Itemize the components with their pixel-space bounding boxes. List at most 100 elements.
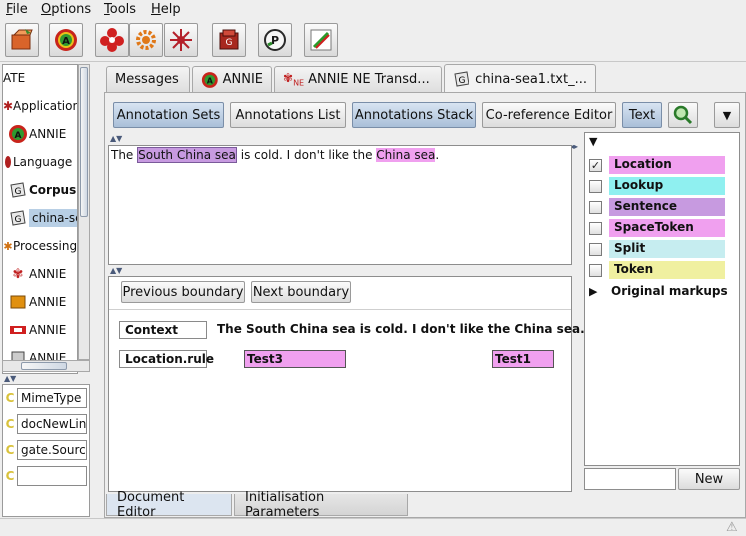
middle-split-arrows[interactable]: ▲▼ — [110, 266, 122, 275]
options-dropdown-button[interactable]: ▼ — [714, 102, 740, 128]
annotation-stack-pane: Previous boundary Next boundary Context … — [108, 276, 585, 492]
ne-transducer-icon: ✾NE — [283, 71, 305, 88]
annotation-type-checkbox[interactable] — [589, 200, 602, 214]
collapsed-arrow-icon: ▶ — [589, 284, 598, 298]
coreference-editor-button[interactable]: Co-reference Editor — [482, 102, 616, 128]
annotation-type-row[interactable]: SpaceToken — [589, 218, 725, 238]
applications-icon: ✱ — [2, 99, 14, 113]
svg-text:A: A — [62, 36, 70, 47]
menu-tools[interactable]: Tools — [104, 2, 136, 17]
annotation-sets-list: ▼ ✓ Location Lookup Sentence SpaceToken S… — [584, 132, 740, 466]
tree-item-corpus[interactable]: G Corpus — [7, 177, 76, 203]
tree-item-annie-tokeniser[interactable]: ANNIE — [7, 317, 66, 343]
left-split-arrows[interactable]: ▲▼ — [4, 374, 16, 383]
svg-text:G: G — [15, 215, 22, 225]
search-button[interactable] — [668, 102, 698, 128]
tree-scroll-thumb[interactable] — [80, 67, 88, 217]
new-set-name-input[interactable] — [584, 468, 676, 490]
load-app-icon — [11, 29, 33, 50]
annotation-type-row[interactable]: Token — [589, 260, 725, 280]
new-lr-button[interactable] — [95, 23, 129, 57]
stack-annotation[interactable]: Test1 — [492, 350, 554, 368]
annotation-type-checkbox[interactable] — [589, 263, 602, 277]
annotation-type-checkbox[interactable] — [589, 242, 602, 256]
top-split-arrows[interactable]: ▲▼ — [110, 134, 122, 143]
new-pr-button[interactable] — [129, 23, 163, 57]
text-button[interactable]: Text — [622, 102, 662, 128]
tree-item-annie-ne[interactable]: ✾ ANNIE — [7, 261, 67, 287]
tree-vertical-scrollbar[interactable] — [78, 64, 90, 360]
tab-document[interactable]: Gchina-sea1.txt_... — [444, 64, 596, 93]
expand-arrow-icon[interactable]: ▼ — [589, 135, 597, 148]
menu-help[interactable]: Help — [151, 2, 181, 17]
annotation-highlight[interactable]: China sea — [376, 148, 436, 162]
corpus-icon: G — [7, 179, 29, 201]
tree-item-annie-gazetteer[interactable]: ANNIE — [7, 289, 66, 315]
context-text: The South China sea is cold. I don't lik… — [217, 322, 585, 336]
edit-icon — [310, 29, 332, 51]
toolbar: A G P — [0, 20, 746, 62]
annotation-type-checkbox[interactable] — [589, 179, 602, 193]
tab-annie[interactable]: A ANNIE — [192, 66, 272, 92]
tree-item-applications[interactable]: ✱Applications — [2, 93, 77, 119]
new-datastore-button[interactable] — [164, 23, 198, 57]
menu-options[interactable]: Options — [41, 2, 91, 17]
annotation-type-row[interactable]: Sentence — [589, 197, 725, 217]
tab-messages[interactable]: Messages — [106, 66, 190, 92]
feature-name-field[interactable]: MimeType — [17, 388, 87, 408]
tab-initialisation-parameters[interactable]: Initialisation Parameters — [234, 490, 408, 520]
feature-name-field[interactable]: docNewLineType — [17, 414, 87, 434]
editor-bottom-tabs: Document Editor Initialisation Parameter… — [104, 490, 584, 520]
tree-item-language-resources[interactable]: Language Resources — [3, 149, 77, 175]
annie-icon: A — [201, 71, 218, 88]
tab-document-editor[interactable]: Document Editor — [106, 490, 232, 520]
tree-horizontal-scrollbar[interactable] — [2, 360, 90, 372]
plugin-manager-button[interactable]: P — [258, 23, 292, 57]
tab-annie-ne-transducer[interactable]: ✾NE ANNIE NE Transd... — [274, 66, 442, 92]
document-text[interactable]: The South China sea is cold. I don't lik… — [111, 147, 439, 163]
new-feature-field[interactable] — [17, 466, 87, 486]
warning-icon[interactable]: ⚠ — [726, 520, 738, 535]
tree-hscroll-thumb[interactable] — [21, 362, 67, 370]
new-app-button[interactable]: A — [49, 23, 83, 57]
new-lr-icon — [100, 28, 124, 52]
document-text-pane[interactable]: The South China sea is cold. I don't lik… — [108, 145, 572, 265]
annie-tokeniser-icon — [7, 319, 29, 341]
feature-row: C — [3, 465, 87, 487]
new-datastore-icon — [170, 29, 192, 51]
svg-text:G: G — [459, 76, 466, 86]
stack-annotation[interactable]: Test3 — [244, 350, 346, 368]
annotation-highlight[interactable]: South China sea — [137, 147, 237, 163]
annie-gazetteer-icon — [7, 291, 29, 313]
search-icon — [673, 105, 693, 125]
resource-tree[interactable]: ATE ✱Applications AANNIE Language Resour… — [2, 64, 78, 374]
tree-item-gate-root[interactable]: ATE — [3, 65, 25, 91]
feature-row: Cgate.SourceURL — [3, 439, 87, 461]
next-boundary-button[interactable]: Next boundary — [251, 281, 351, 303]
annie-icon: A — [7, 123, 29, 145]
annotation-type-checkbox[interactable] — [589, 221, 602, 235]
svg-text:A: A — [207, 76, 214, 85]
features-panel: CMimeType CdocNewLineType Cgate.SourceUR… — [2, 384, 90, 517]
svg-text:G: G — [226, 38, 233, 48]
menu-file[interactable]: File — [6, 2, 28, 17]
tree-item-document[interactable]: Gchina-sea1.txt — [7, 205, 77, 231]
annotation-type-row[interactable]: ✓ Location — [589, 155, 725, 175]
edit-button[interactable] — [304, 23, 338, 57]
annotation-sets-button[interactable]: Annotation Sets — [113, 102, 224, 128]
tree-item-annie-app[interactable]: A ANNIE — [7, 121, 66, 147]
annotation-type-row[interactable]: Split — [589, 239, 725, 259]
new-set-button[interactable]: New — [678, 468, 740, 490]
load-app-button[interactable] — [5, 23, 39, 57]
open-datastore-button[interactable]: G — [212, 23, 246, 57]
original-markups-row[interactable]: ▶ Original markups — [589, 281, 728, 301]
context-label: Context — [119, 321, 207, 339]
previous-boundary-button[interactable]: Previous boundary — [121, 281, 245, 303]
triangle-down-icon: ▼ — [722, 108, 732, 122]
annotations-stack-button[interactable]: Annotations Stack — [352, 102, 476, 128]
annotation-type-checkbox[interactable]: ✓ — [589, 158, 602, 172]
tree-item-processing-resources[interactable]: ✱Processing Resources — [3, 233, 77, 259]
feature-name-field[interactable]: gate.SourceURL — [17, 440, 87, 460]
annotations-list-button[interactable]: Annotations List — [230, 102, 346, 128]
annotation-type-row[interactable]: Lookup — [589, 176, 725, 196]
